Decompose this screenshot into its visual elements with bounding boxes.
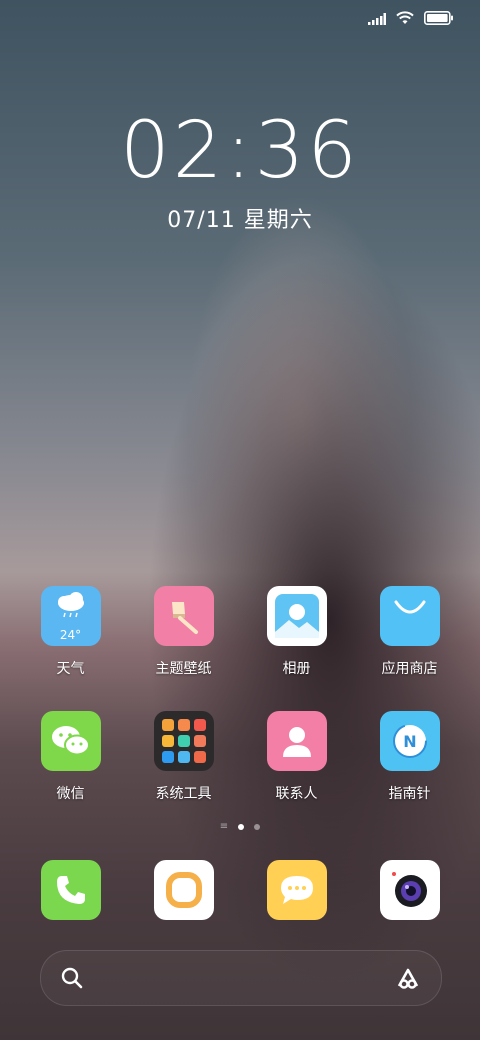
dock: [0, 860, 480, 920]
app-label: 微信: [56, 786, 85, 802]
app-label: 相册: [282, 661, 311, 677]
page-indicator[interactable]: ≡: [0, 822, 480, 832]
app-store-icon[interactable]: [379, 586, 440, 646]
weather-temp: 24°: [59, 628, 82, 642]
app-label: 主题壁纸: [155, 661, 212, 677]
camera-icon[interactable]: [379, 860, 440, 920]
wifi-icon: [396, 10, 414, 29]
app-gallery[interactable]: 相册: [247, 586, 347, 678]
app-row-1: 24° 天气 主题壁纸 相册 应用商店: [0, 586, 480, 678]
app-label: 系统工具: [155, 786, 212, 802]
app-row-2: 微信 系统工具 联系人 N 指南针: [0, 711, 480, 803]
assistant-icon[interactable]: [395, 966, 421, 994]
status-bar: [368, 10, 454, 29]
menu-lines-icon[interactable]: ≡: [220, 822, 228, 832]
search-icon[interactable]: [61, 967, 83, 993]
app-label: 指南针: [388, 786, 431, 802]
phone-icon[interactable]: [40, 860, 101, 920]
compass-icon[interactable]: N: [379, 711, 440, 771]
dock-phone[interactable]: [21, 860, 121, 920]
browser-icon[interactable]: [153, 860, 214, 920]
app-label: 应用商店: [381, 661, 438, 677]
messages-icon[interactable]: [266, 860, 327, 920]
app-contacts[interactable]: 联系人: [247, 711, 347, 803]
clock-date[interactable]: 07/11 星期六: [0, 202, 480, 234]
weather-icon[interactable]: 24°: [40, 586, 101, 646]
svg-text:N: N: [403, 732, 416, 751]
wechat-icon[interactable]: [40, 711, 101, 771]
dock-browser[interactable]: [134, 860, 234, 920]
folder-icon[interactable]: [153, 711, 214, 771]
folder-grid: [161, 719, 206, 763]
app-system-tools[interactable]: 系统工具: [134, 711, 234, 803]
battery-icon: [424, 10, 454, 29]
app-theme[interactable]: 主题壁纸: [134, 586, 234, 678]
app-weather[interactable]: 24° 天气: [21, 586, 121, 678]
app-wechat[interactable]: 微信: [21, 711, 121, 803]
clock-time[interactable]: 02:36: [0, 106, 480, 196]
page-dot[interactable]: [254, 824, 261, 830]
app-label: 天气: [56, 661, 85, 677]
signal-icon: [368, 10, 386, 29]
app-label: 联系人: [275, 786, 318, 802]
dock-camera[interactable]: [360, 860, 460, 920]
gallery-icon[interactable]: [266, 586, 327, 646]
dock-messages[interactable]: [247, 860, 347, 920]
search-bar[interactable]: [40, 950, 442, 1006]
page-dot-active[interactable]: [238, 824, 245, 830]
contacts-icon[interactable]: [266, 711, 327, 771]
theme-brush-icon[interactable]: [153, 586, 214, 646]
app-store[interactable]: 应用商店: [360, 586, 460, 678]
app-compass[interactable]: N 指南针: [360, 711, 460, 803]
